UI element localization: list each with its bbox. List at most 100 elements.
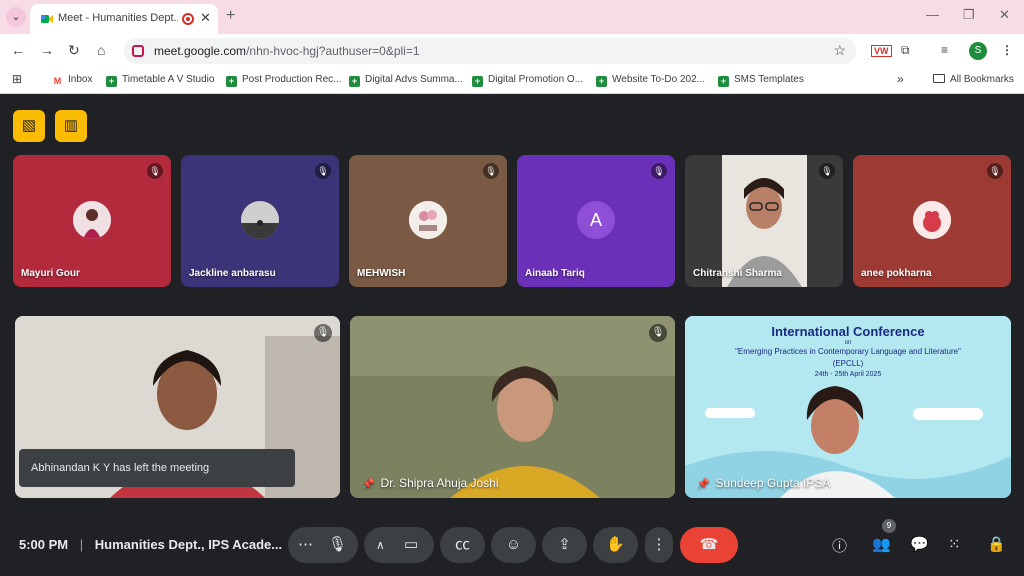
clock-time: 5:00 PM [19, 537, 69, 552]
participant-name: 📌 Sundeep Gupta IPSA [697, 476, 831, 490]
poster-dates: 24th - 25th April 2025 [814, 371, 882, 378]
address-bar[interactable]: meet.google.com/nhn-hvoc-hgj?authuser=0&… [124, 38, 856, 64]
participant-tile-ainaab[interactable]: 🎙 A Ainaab Tariq [517, 155, 675, 287]
hang-up-icon: ☎ [699, 536, 719, 553]
pin-icon[interactable]: 📌 [697, 479, 709, 490]
microphone-icon[interactable]: 🎙 [328, 527, 347, 563]
participant-name: Ainaab Tariq [525, 268, 585, 279]
new-tab-icon[interactable]: + [226, 7, 235, 25]
participant-name: anee pokharna [861, 268, 932, 279]
participant-tile-chitranshi[interactable]: 🎙 Chitranshi Sharma [685, 155, 843, 287]
reactions-button[interactable]: ☺ [491, 527, 536, 563]
avatar [73, 201, 111, 239]
participant-tile-mehwish[interactable]: 🎙 MEHWISH [349, 155, 507, 287]
bookmark-sms-templates[interactable]: + SMS Templates [718, 74, 804, 87]
bookmark-digital-promotion[interactable]: + Digital Promotion O... [472, 74, 583, 87]
gmail-icon: M [53, 76, 62, 86]
bookmark-digital-advs[interactable]: + Digital Advs Summa... [349, 74, 463, 87]
chevron-up-icon[interactable]: ∧ [376, 527, 385, 563]
avatar: A [577, 201, 615, 239]
profile-avatar[interactable]: S [969, 42, 987, 60]
meeting-info: 5:00 PM | Humanities Dept., IPS Acade... [19, 537, 282, 552]
close-window-icon[interactable]: ✕ [999, 7, 1010, 23]
activities-grid-icon[interactable]: ⁙ [948, 535, 961, 553]
sheets-icon: + [106, 76, 117, 87]
sheets-icon: + [472, 76, 483, 87]
participant-tile-sundeep[interactable]: International Conference on "Emerging Pr… [685, 316, 1011, 498]
tab-search-chevron-icon[interactable]: ⌄ [6, 7, 26, 27]
participant-video [350, 316, 675, 498]
people-icon[interactable]: 👥 [872, 535, 891, 553]
participant-name: 📌 Dr. Shipra Ahuja Joshi [362, 476, 499, 490]
bookmark-star-icon[interactable]: ☆ [833, 42, 846, 59]
video-settings-button[interactable]: ∧ ▭ [364, 527, 434, 563]
poster-abbr: (EPCLL) [832, 359, 864, 368]
browser-tabstrip: ⌄ Meet - Humanities Dept., IP ✕ + — ❐ ✕ [0, 0, 1024, 34]
audio-settings-button[interactable]: ⋯ 🎙 [288, 527, 358, 563]
bookmark-post-production[interactable]: + Post Production Rec... [226, 74, 342, 87]
close-tab-icon[interactable]: ✕ [200, 10, 211, 26]
captions-off-icon[interactable]: ▧ [13, 110, 45, 142]
chat-icon[interactable]: 💬 [910, 535, 929, 553]
google-meet-icon [41, 15, 53, 23]
camera-icon[interactable]: ▭ [404, 527, 418, 563]
participant-name: Chitranshi Sharma [693, 268, 782, 279]
browser-menu-icon[interactable]: ⋮ [1001, 43, 1013, 57]
participant-tile-shipra[interactable]: 🎙 📌 Dr. Shipra Ahuja Joshi [350, 316, 675, 498]
back-icon[interactable]: ← [11, 42, 25, 58]
bookmarks-bar: ⊞ M Inbox + Timetable A V Studio + Post Pro… [0, 68, 1024, 94]
meeting-details-icon[interactable]: ⓘ [832, 535, 847, 556]
hand-icon: ✋ [606, 536, 625, 553]
tab-title: Meet - Humanities Dept., IP [58, 12, 178, 24]
mic-off-icon: 🎙 [147, 163, 163, 179]
participant-name: MEHWISH [357, 268, 406, 279]
present-button[interactable]: ⇪ [542, 527, 587, 563]
mic-off-icon: 🎙 [987, 163, 1003, 179]
participant-name: Mayuri Gour [21, 268, 80, 279]
present-screen-icon: ⇪ [558, 536, 571, 553]
bookmark-inbox[interactable]: M Inbox [52, 74, 93, 87]
more-bookmarks-icon[interactable]: » [897, 72, 904, 86]
participant-tile-mayuri[interactable]: 🎙 Mayuri Gour [13, 155, 171, 287]
poster-subtitle: "Emerging Practices in Contemporary Lang… [735, 347, 961, 356]
all-bookmarks[interactable]: All Bookmarks [933, 74, 1014, 85]
notification-toast: Abhinandan K Y has left the meeting [19, 449, 295, 487]
mic-off-icon: 🎙 [651, 163, 667, 179]
media-controls-icon[interactable]: ≡ [941, 43, 948, 57]
recording-icon [182, 13, 194, 25]
reload-icon[interactable]: ↻ [68, 42, 80, 59]
participant-tile-jackline[interactable]: 🎙 Jackline anbarasu [181, 155, 339, 287]
extension-icon[interactable]: VW [871, 45, 892, 57]
more-audio-icon[interactable]: ⋯ [298, 527, 313, 563]
avatar [409, 201, 447, 239]
browser-toolbar: ← → ↻ ⌂ meet.google.com/nhn-hvoc-hgj?aut… [0, 34, 1024, 68]
sheets-icon: + [349, 76, 360, 87]
captions-icon: ㏄ [454, 536, 470, 553]
sheets-icon: + [596, 76, 607, 87]
more-options-button[interactable]: ⋮ [645, 527, 673, 563]
captions-button[interactable]: ㏄ [440, 527, 485, 563]
avatar [241, 201, 279, 239]
participant-name: Jackline anbarasu [189, 268, 276, 279]
pin-icon[interactable]: 📌 [362, 479, 374, 490]
minimize-icon[interactable]: — [926, 7, 939, 22]
home-icon[interactable]: ⌂ [97, 42, 105, 58]
site-info-icon[interactable] [132, 45, 144, 57]
emoji-icon: ☺ [505, 536, 522, 553]
forward-icon[interactable]: → [40, 42, 54, 58]
folder-icon [933, 74, 945, 83]
host-controls-icon[interactable]: 🔒 [987, 535, 1006, 553]
extensions-puzzle-icon[interactable]: ⧉ [901, 43, 910, 58]
companion-mode-icon[interactable]: ▥ [55, 110, 87, 142]
tab-meet[interactable]: Meet - Humanities Dept., IP ✕ [30, 4, 218, 34]
poster-on: on [844, 340, 852, 346]
restore-icon[interactable]: ❐ [963, 7, 975, 23]
meeting-name: Humanities Dept., IPS Acade... [94, 537, 283, 552]
mic-off-icon: 🎙 [649, 324, 667, 342]
apps-grid-icon[interactable]: ⊞ [12, 72, 22, 86]
participant-tile-anee[interactable]: 🎙 anee pokharna [853, 155, 1011, 287]
leave-call-button[interactable]: ☎ [680, 527, 738, 563]
raise-hand-button[interactable]: ✋ [593, 527, 638, 563]
bookmark-timetable[interactable]: + Timetable A V Studio [106, 74, 214, 87]
bookmark-website-todo[interactable]: + Website To-Do 202... [596, 74, 705, 87]
